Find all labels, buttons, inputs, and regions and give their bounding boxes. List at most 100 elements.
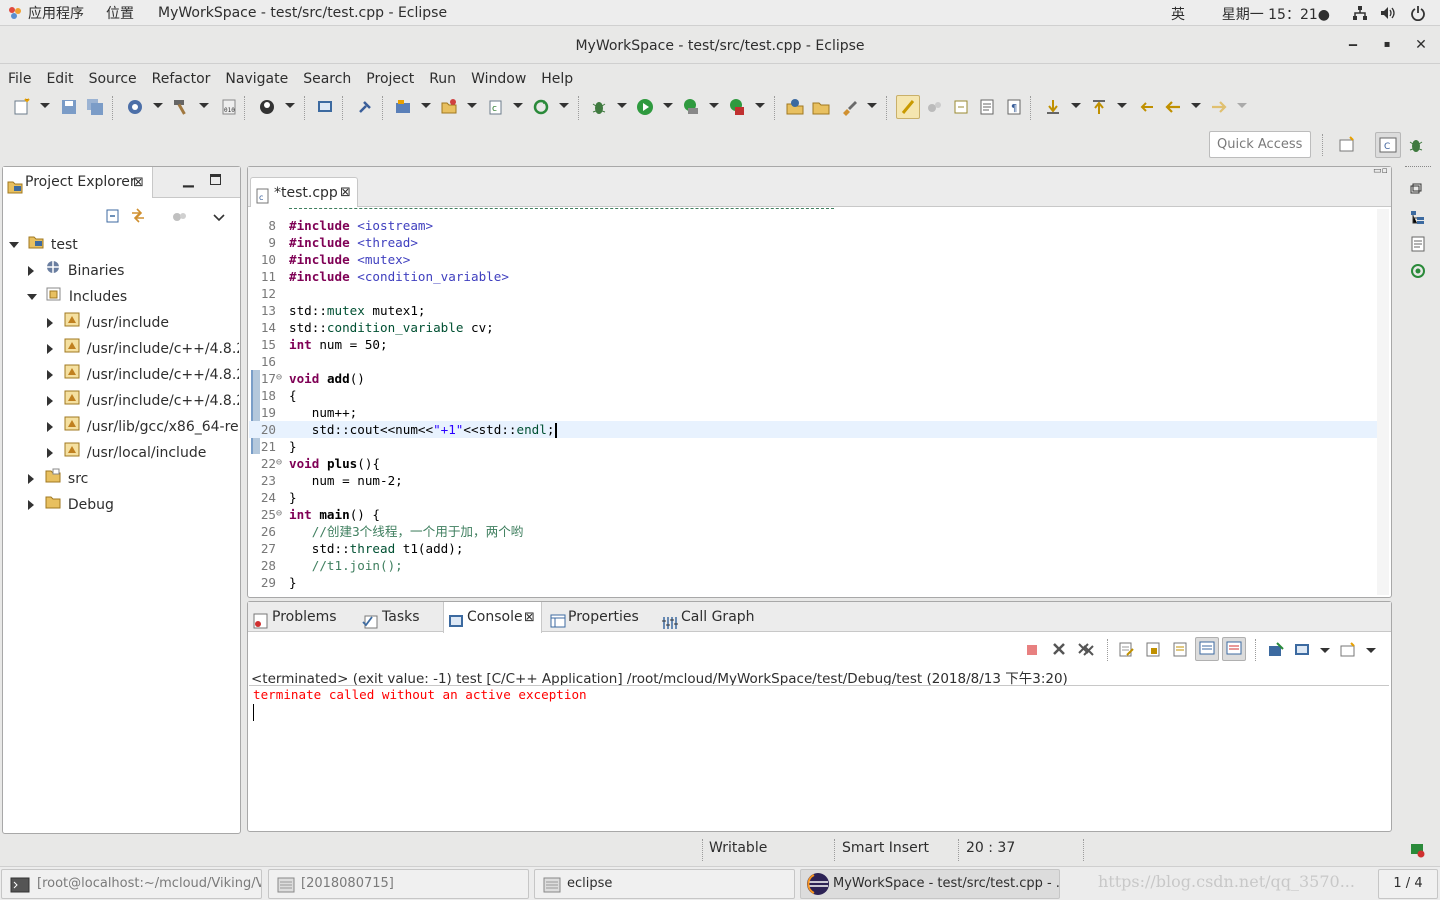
task-list-icon[interactable] [1410, 236, 1426, 252]
expand-triangle-icon[interactable] [47, 344, 53, 354]
pilcrow-icon[interactable]: ¶ [1005, 98, 1023, 116]
refresh-icon[interactable] [532, 98, 550, 116]
back-icon[interactable] [1164, 98, 1182, 116]
debug-icon[interactable] [590, 98, 608, 116]
remove-launch-icon[interactable] [1051, 641, 1067, 657]
apps-menu[interactable]: 应用程序 [22, 3, 94, 23]
word-wrap-icon[interactable] [978, 98, 996, 116]
outline-icon[interactable] [1410, 209, 1426, 225]
menu-refactor[interactable]: Refactor [144, 71, 218, 87]
minimize-button[interactable]: ‒ [1338, 26, 1368, 64]
volume-icon[interactable] [1380, 5, 1396, 25]
task-folder[interactable]: [2018080715] [268, 869, 529, 899]
code-editor[interactable]: 8 #include <iostream> 9 #include <thread> 10… [249, 207, 1377, 596]
hammer-icon[interactable] [172, 98, 190, 116]
code-line[interactable]: 16 [249, 353, 1377, 370]
expand-triangle-icon[interactable] [47, 422, 53, 432]
tree-item-src[interactable]: src [28, 466, 88, 492]
expand-triangle-icon[interactable] [28, 500, 34, 510]
editor-scrollbar[interactable] [1377, 209, 1389, 595]
code-line[interactable]: 11 #include <condition_variable> [249, 268, 1377, 285]
progress-view-icon[interactable] [1410, 842, 1426, 862]
word-wrap-icon[interactable] [1172, 641, 1188, 657]
menu-help[interactable]: Help [533, 71, 580, 87]
code-line[interactable]: 8 #include <iostream> [249, 217, 1377, 234]
status-cursor-position[interactable]: 20 : 37 [966, 840, 1015, 856]
open-perspective-icon[interactable] [1338, 136, 1356, 158]
close-icon[interactable]: ⊠ [133, 167, 144, 198]
tree-item-usr-include-cpp-x[interactable]: /usr/include/c++/4.8.2/x [47, 388, 239, 414]
close-button[interactable]: ✕ [1406, 26, 1436, 64]
view-menu-icon[interactable] [213, 211, 225, 226]
menu-edit[interactable]: Edit [38, 71, 80, 87]
tab-properties[interactable]: Properties [548, 602, 648, 633]
expand-triangle-icon[interactable] [28, 474, 34, 484]
open-type-icon[interactable] [786, 98, 804, 116]
expand-triangle-icon[interactable] [28, 266, 34, 276]
minimize-view-icon[interactable]: ▁ [183, 172, 194, 188]
code-line[interactable]: 15 int num = 50; [249, 336, 1377, 353]
debug-perspective-icon[interactable] [1407, 136, 1425, 158]
code-line[interactable]: 24} [249, 489, 1377, 506]
tab-test-cpp[interactable]: c *test.cpp ⊠ [250, 177, 358, 207]
code-line[interactable]: 26 //创建3个线程，一个用于加，两个哟 [249, 523, 1377, 540]
code-line[interactable]: 22 ⊖ void plus(){ [249, 455, 1377, 472]
minimize-view-icon[interactable]: ▭▫ [1373, 166, 1388, 176]
terminate-icon[interactable] [1025, 643, 1041, 659]
restore-icon[interactable] [1410, 183, 1426, 199]
display-console-icon[interactable] [1294, 642, 1310, 658]
close-icon[interactable]: ⊠ [340, 178, 351, 208]
scroll-lock-icon[interactable] [1145, 641, 1161, 657]
task-eclipse[interactable]: eclipse [534, 869, 795, 899]
tree-item-usr-local-include[interactable]: /usr/local/include [47, 440, 206, 466]
run-icon[interactable] [636, 98, 654, 116]
code-line[interactable]: 25 ⊖ int main() { [249, 506, 1377, 523]
menu-run[interactable]: Run [421, 71, 463, 87]
cpp-perspective-icon[interactable]: C [1375, 132, 1401, 158]
code-line[interactable]: 13 std::mutex mutex1; [249, 302, 1377, 319]
expand-triangle-icon[interactable] [47, 448, 53, 458]
tab-project-explorer[interactable]: Project Explorer ⊠ [3, 167, 153, 198]
tab-call-graph[interactable]: Call Graph [661, 602, 761, 633]
menu-project[interactable]: Project [358, 71, 421, 87]
tab-problems[interactable]: Problems [251, 602, 356, 633]
expand-triangle-icon[interactable] [47, 318, 53, 328]
close-icon[interactable]: ⊠ [524, 602, 535, 633]
show-whitespace-icon[interactable] [952, 98, 970, 116]
fold-icon[interactable]: ⊖ [276, 454, 282, 471]
forward-icon[interactable] [1210, 98, 1228, 116]
menu-search[interactable]: Search [295, 71, 358, 87]
tree-item-binaries[interactable]: Binaries [28, 258, 124, 284]
collapse-all-icon[interactable] [105, 208, 121, 228]
menu-source[interactable]: Source [81, 71, 144, 87]
pin-icon[interactable] [356, 98, 374, 116]
new-class-icon[interactable]: c [487, 98, 505, 116]
next-annotation-icon[interactable] [1044, 98, 1062, 116]
code-line[interactable]: 17 ⊖ void add() [249, 370, 1377, 387]
places-menu[interactable]: 位置 [94, 3, 144, 23]
brush-icon[interactable] [840, 98, 858, 116]
debug-user-icon[interactable] [258, 98, 276, 116]
collapse-triangle-icon[interactable] [9, 242, 19, 248]
mark-occurrences-icon[interactable] [896, 95, 920, 119]
pin-console-icon[interactable] [1268, 642, 1284, 658]
save-icon[interactable] [60, 98, 78, 116]
binary-icon[interactable]: 010 [220, 98, 238, 116]
status-insert-mode[interactable]: Smart Insert [842, 840, 929, 856]
maximize-button[interactable]: ▪ [1372, 26, 1402, 64]
code-line[interactable]: 23 num = num-2; [249, 472, 1377, 489]
code-line[interactable]: 29} [249, 574, 1377, 591]
tree-item-usr-lib-gcc[interactable]: /usr/lib/gcc/x86_64-redh [47, 414, 239, 440]
tab-tasks[interactable]: Tasks [361, 602, 441, 633]
code-line[interactable]: 20 std::cout<<num<<"+1"<<std::endl; [249, 421, 1377, 438]
code-line[interactable]: 14 std::condition_variable cv; [249, 319, 1377, 336]
network-icon[interactable] [1352, 5, 1368, 25]
menu-navigate[interactable]: Navigate [217, 71, 295, 87]
open-console-icon[interactable] [1340, 642, 1356, 658]
tab-console[interactable]: Console ⊠ [443, 602, 542, 633]
code-line[interactable]: 21} [249, 438, 1377, 455]
task-eclipse-window[interactable]: MyWorkSpace - test/src/test.cpp - ... [800, 869, 1060, 899]
new-icon[interactable] [13, 98, 31, 116]
fold-icon[interactable]: ⊖ [276, 369, 282, 386]
code-line[interactable]: 28 //t1.join(); [249, 557, 1377, 574]
